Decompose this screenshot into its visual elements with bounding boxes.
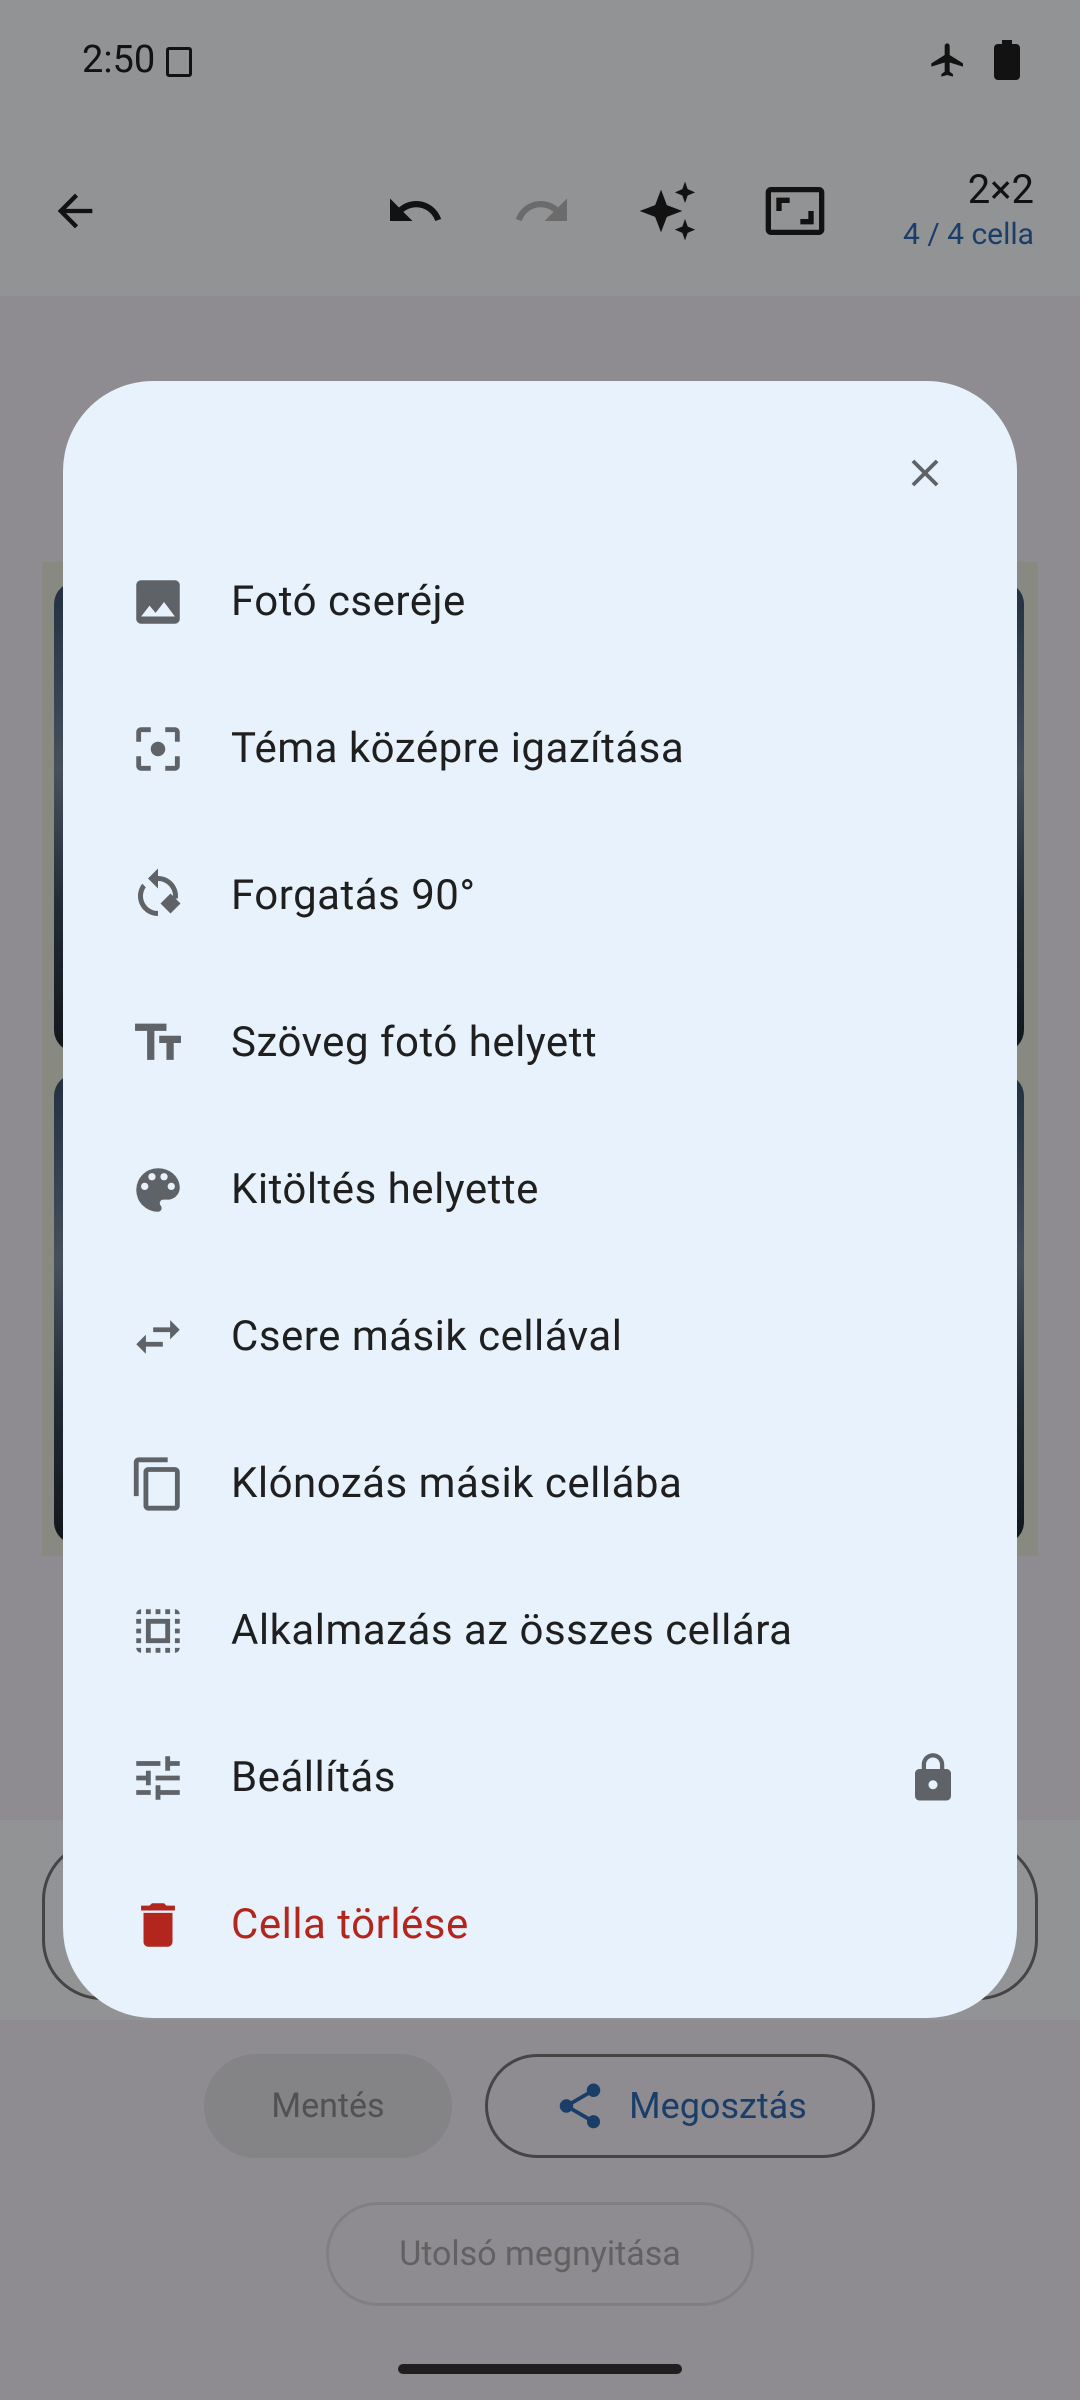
menu-item-center-subject[interactable]: Téma középre igazítása — [63, 675, 1017, 822]
menu-item-rotate[interactable]: Forgatás 90° — [63, 822, 1017, 969]
menu-item-apply-all[interactable]: Alkalmazás az összes cellára — [63, 1557, 1017, 1704]
select-all-icon — [128, 1601, 188, 1661]
close-icon — [911, 459, 939, 487]
image-icon — [128, 572, 188, 632]
menu-item-label: Forgatás 90° — [231, 871, 476, 920]
menu-item-settings[interactable]: Beállítás — [63, 1704, 1017, 1851]
delete-icon — [128, 1895, 188, 1955]
menu-item-label: Alkalmazás az összes cellára — [231, 1606, 793, 1655]
menu-item-fill-instead[interactable]: Kitöltés helyette — [63, 1116, 1017, 1263]
menu-item-replace-photo[interactable]: Fotó cseréje — [63, 528, 1017, 675]
lock-icon — [903, 1748, 963, 1808]
menu-item-delete-cell[interactable]: Cella törlése — [63, 1851, 1017, 1998]
cell-options-dialog: Fotó cseréje Téma középre igazítása Forg… — [63, 381, 1017, 2018]
menu-item-label: Klónozás másik cellába — [231, 1459, 683, 1508]
tune-icon — [128, 1748, 188, 1808]
menu-item-label: Csere másik cellával — [231, 1312, 623, 1361]
close-button[interactable] — [885, 433, 965, 513]
menu-item-label: Fotó cseréje — [231, 577, 466, 626]
palette-icon — [128, 1160, 188, 1220]
swap-icon — [128, 1307, 188, 1367]
gesture-nav-handle[interactable] — [398, 2364, 682, 2374]
copy-icon — [128, 1454, 188, 1514]
menu-item-label: Beállítás — [231, 1753, 396, 1802]
menu-item-text-instead[interactable]: Szöveg fotó helyett — [63, 969, 1017, 1116]
text-icon — [128, 1013, 188, 1073]
menu-item-swap-cell[interactable]: Csere másik cellával — [63, 1263, 1017, 1410]
rotate-icon — [128, 866, 188, 926]
menu-item-label: Szöveg fotó helyett — [231, 1018, 598, 1067]
menu-item-label: Téma középre igazítása — [231, 724, 685, 773]
menu-item-label: Cella törlése — [231, 1900, 469, 1949]
menu-item-clone-cell[interactable]: Klónozás másik cellába — [63, 1410, 1017, 1557]
cell-options-menu: Fotó cseréje Téma középre igazítása Forg… — [63, 528, 1017, 1998]
menu-item-label: Kitöltés helyette — [231, 1165, 539, 1214]
center-focus-icon — [128, 719, 188, 779]
